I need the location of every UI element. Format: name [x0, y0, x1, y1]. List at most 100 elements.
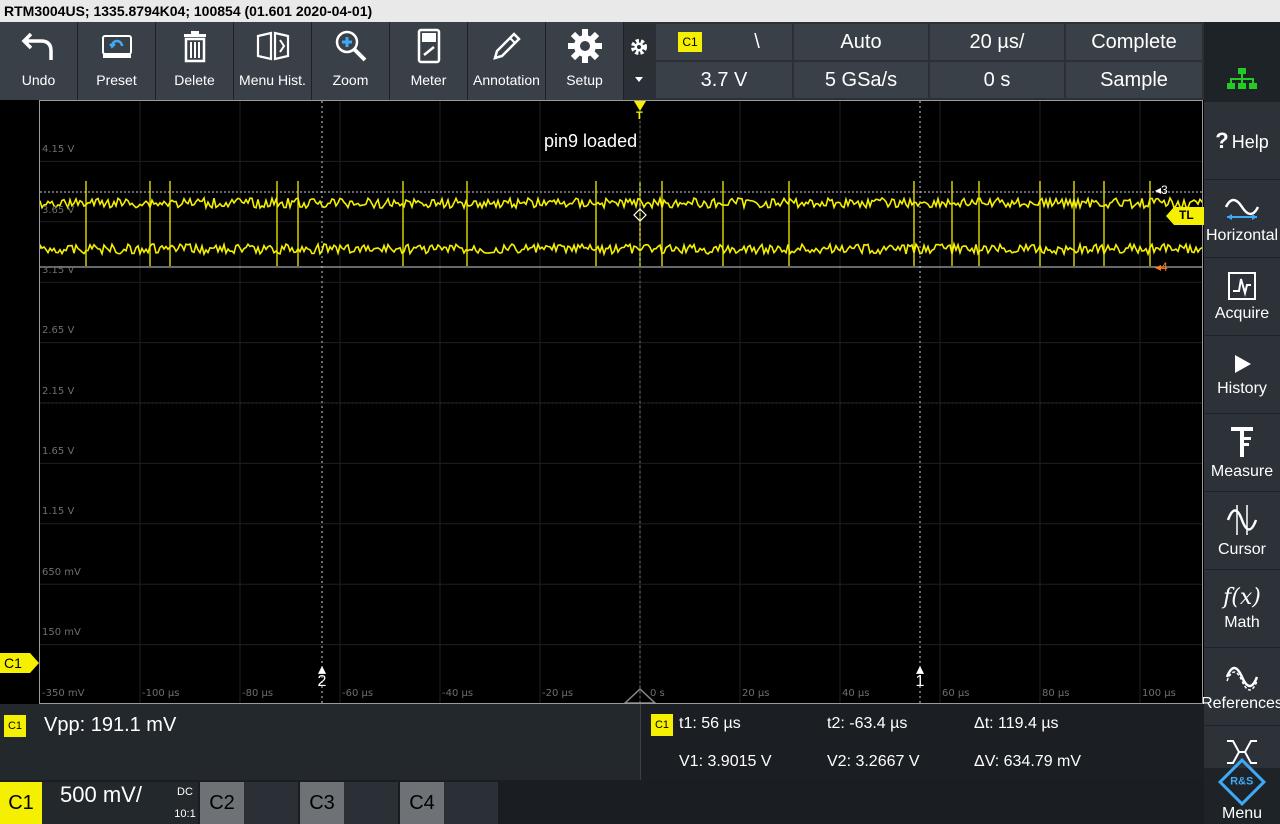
waveform-display[interactable]	[39, 100, 1203, 704]
channel-c3-tag: C3	[300, 782, 344, 824]
trace-low-band	[40, 241, 1202, 257]
meter-button[interactable]: Meter	[390, 22, 468, 100]
undo-icon	[21, 32, 53, 60]
small-gear-icon	[631, 39, 647, 55]
y-label: 1.15 V	[42, 506, 75, 517]
help-icon: ?	[1215, 127, 1229, 153]
menu-hist-button[interactable]: Menu Hist.	[234, 22, 312, 100]
setup-button[interactable]: Setup	[546, 22, 624, 100]
pencil-icon	[492, 32, 521, 60]
menu-horizontal[interactable]: Horizontal	[1204, 180, 1280, 257]
sample-rate[interactable]: 5 GSa/s	[794, 62, 928, 98]
cursor-label: Cursor	[1217, 540, 1266, 558]
channel-c2[interactable]: C2	[200, 782, 298, 824]
trigger-mode[interactable]: Auto	[794, 24, 928, 60]
channel-c2-tag: C2	[200, 782, 244, 824]
menu-main[interactable]: R&S Menu	[1204, 757, 1280, 824]
measurement-channel-tag: C1	[4, 714, 26, 737]
trigger-slope[interactable]: \	[722, 24, 792, 60]
meter-icon	[417, 28, 440, 64]
zoom-button[interactable]: Zoom	[312, 22, 390, 100]
caliper-icon	[1231, 426, 1253, 457]
preset-icon	[101, 35, 132, 58]
horizontal-delay[interactable]: 0 s	[930, 62, 1064, 98]
trigger-position-marker[interactable]: T	[633, 100, 647, 126]
cursor-v1: V1: 3.9015 V	[679, 753, 772, 770]
x-label: -80 µs	[242, 688, 274, 699]
cursor-dt: Δt: 119.4 µs	[974, 715, 1059, 732]
network-icon	[1227, 67, 1257, 89]
cursor-t1-marker[interactable]: ▴ 1	[914, 662, 926, 690]
undo-label: Undo	[21, 72, 56, 88]
channel-c4[interactable]: C4	[400, 782, 498, 824]
menu-history[interactable]: History	[1204, 336, 1280, 413]
y-label: 4.15 V	[42, 144, 75, 155]
acquisition-mode[interactable]: Sample	[1066, 62, 1202, 98]
channel-c1-scale: 500 mV/	[60, 782, 142, 807]
trigger-level-tag[interactable]: TL	[1166, 207, 1204, 225]
x-label: -20 µs	[542, 688, 574, 699]
measurement-area: C1 Vpp: 191.1 mV C1 t1: 56 µs t2: -63.4 …	[0, 704, 1204, 780]
cursor-t2: t2: -63.4 µs	[827, 715, 908, 732]
cursor-v4-marker[interactable]: ◂4	[1155, 260, 1168, 274]
y-label: 2.15 V	[42, 386, 75, 397]
cursor-channel-tag: C1	[651, 714, 673, 736]
horizontal-label: Horizontal	[1205, 226, 1279, 244]
channel-c4-tag: C4	[400, 782, 444, 824]
x-label: 40 µs	[842, 688, 870, 699]
gear-icon	[567, 29, 602, 63]
cursor-t2-marker[interactable]: ▴ 2	[316, 662, 328, 690]
menu-help[interactable]: ? Help	[1204, 102, 1280, 179]
undo-button[interactable]: Undo	[0, 22, 78, 100]
x-label: 60 µs	[942, 688, 970, 699]
channel-c1-tag: C1	[0, 782, 42, 824]
trigger-source-tag: C1	[678, 32, 702, 52]
help-label: Help	[1231, 131, 1269, 152]
acquisition-state[interactable]: Complete	[1066, 24, 1202, 60]
setup-label: Setup	[566, 72, 603, 88]
cursor-icon	[1226, 504, 1258, 535]
title-bar: RTM3004US; 1335.8794K04; 100854 (01.601 …	[0, 0, 1280, 22]
menu-measure[interactable]: Measure	[1204, 414, 1280, 491]
annotation-button[interactable]: Annotation	[468, 22, 546, 100]
timebase[interactable]: 20 µs/	[930, 24, 1064, 60]
annotation-label: Annotation	[473, 72, 540, 88]
channel-c1[interactable]: C1 500 mV/ DC 10:1	[0, 782, 198, 824]
x-label: 80 µs	[1042, 688, 1070, 699]
reference-icon	[1225, 666, 1259, 691]
info-panel: C1 \ Auto 20 µs/ Complete 3.7 V 5 GSa/s …	[654, 22, 1204, 100]
channel-offset-marker[interactable]: C1	[0, 653, 40, 673]
menu-cursor[interactable]: Cursor	[1204, 492, 1280, 569]
preset-button[interactable]: Preset	[78, 22, 156, 100]
horizontal-icon	[1224, 198, 1260, 220]
delete-label: Delete	[174, 72, 215, 88]
channel-bar: C1 500 mV/ DC 10:1 C2 C3 C4	[0, 780, 1204, 824]
history-label: History	[1217, 379, 1267, 397]
trigger-level[interactable]: 3.7 V	[656, 62, 792, 98]
channel-c1-probe: 10:1	[174, 808, 196, 820]
measurement-value: Vpp: 191.1 mV	[44, 714, 177, 736]
waveform-grid	[40, 101, 1202, 703]
quick-settings-button[interactable]	[624, 22, 654, 100]
measurement-readout[interactable]: C1 Vpp: 191.1 mV	[4, 714, 176, 737]
cursor-dv: ΔV: 634.79 mV	[974, 753, 1082, 770]
menu-math[interactable]: f(x) Math	[1204, 570, 1280, 647]
x-label: -60 µs	[342, 688, 374, 699]
y-label: -350 mV	[42, 688, 85, 699]
math-label: Math	[1224, 614, 1260, 631]
annotation-text[interactable]: pin9 loaded	[544, 131, 637, 152]
preset-label: Preset	[96, 72, 137, 88]
delete-button[interactable]: Delete	[156, 22, 234, 100]
book-icon	[256, 31, 289, 61]
x-label: -100 µs	[142, 688, 180, 699]
menu-acquire[interactable]: Acquire	[1204, 258, 1280, 335]
zoom-icon	[335, 30, 366, 62]
measure-label: Measure	[1210, 462, 1274, 480]
channel-c3[interactable]: C3	[300, 782, 398, 824]
math-icon: f(x)	[1223, 585, 1261, 610]
cursor-v3-marker[interactable]: ◂3	[1155, 183, 1168, 197]
y-label: 3.15 V	[42, 265, 75, 276]
cursor-results-panel[interactable]: C1 t1: 56 µs t2: -63.4 µs Δt: 119.4 µs V…	[640, 704, 1204, 780]
trash-icon	[183, 31, 206, 63]
menu-references[interactable]: References	[1201, 648, 1280, 725]
